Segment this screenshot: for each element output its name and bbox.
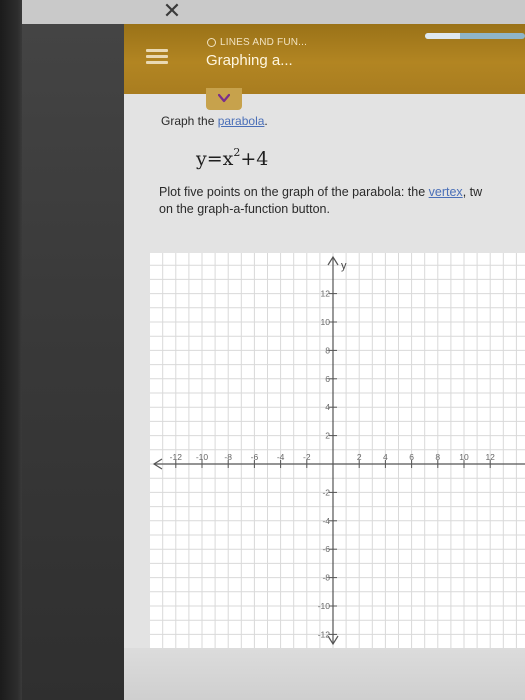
page-title: Graphing a...	[206, 52, 293, 69]
coordinate-grid[interactable]: y -12 -10 -8 -6 -4 -2 2 4 6 8 10 12 12 10 8 6 4 2 -2 -4 -6 -8 -…	[150, 253, 525, 648]
progress-fill	[425, 33, 460, 39]
progress-bar	[425, 33, 525, 39]
instructions-text: Plot five points on the graph of the par…	[159, 185, 429, 199]
x-tick-label: -12	[170, 452, 183, 462]
x-tick-label: 8	[435, 452, 440, 462]
y-tick-label: 4	[325, 402, 330, 412]
close-button[interactable]: ✕	[158, 0, 186, 24]
equation-rhs: +4	[240, 148, 269, 170]
prompt-text: Graph the	[161, 114, 218, 128]
equation-lhs: y=x	[196, 148, 234, 170]
y-tick-label: -2	[322, 487, 330, 497]
instructions-line-2: on the graph-a-function button.	[159, 202, 330, 216]
instructions: Plot five points on the graph of the par…	[159, 184, 525, 218]
chevron-down-icon	[218, 93, 230, 103]
y-tick-label: 6	[325, 374, 330, 384]
parabola-link[interactable]: parabola	[218, 114, 265, 128]
question-prompt: Graph the parabola.	[161, 114, 268, 128]
side-panel	[22, 24, 124, 700]
hamburger-menu-icon	[146, 49, 168, 64]
topic-label: LINES AND FUN...	[220, 37, 308, 48]
screen-edge	[0, 0, 22, 700]
x-tick-label: -8	[224, 452, 232, 462]
x-tick-label: 12	[485, 452, 495, 462]
x-tick-label: 10	[459, 452, 469, 462]
x-tick-label: 4	[383, 452, 388, 462]
top-bar: ✕	[22, 0, 525, 25]
bottom-area	[124, 648, 525, 700]
y-tick-label: -10	[318, 601, 331, 611]
y-axis-name: y	[341, 260, 347, 272]
x-tick-label: -2	[303, 452, 311, 462]
close-icon: ✕	[162, 0, 182, 23]
y-tick-label: 2	[325, 431, 330, 441]
y-tick-label: 12	[321, 289, 331, 299]
y-tick-label: 8	[325, 345, 330, 355]
graph-canvas[interactable]: y -12 -10 -8 -6 -4 -2 2 4 6 8 10 12 12 10 8 6 4 2 -2 -4 -6 -8 -…	[150, 253, 525, 648]
x-tick-label: 6	[409, 452, 414, 462]
y-tick-label: 10	[321, 317, 331, 327]
x-tick-label: 2	[357, 452, 362, 462]
topic-breadcrumb: LINES AND FUN...	[207, 37, 307, 48]
x-tick-label: -6	[251, 452, 259, 462]
y-tick-label: -12	[318, 629, 331, 639]
instructions-trail: , tw	[462, 185, 483, 199]
prompt-period: .	[264, 114, 268, 128]
x-tick-label: -4	[277, 452, 285, 462]
x-tick-label: -10	[196, 452, 209, 462]
y-tick-label: -6	[322, 544, 330, 554]
status-circle-icon	[207, 37, 216, 47]
screen: ✕ LINES AND FUN... Graphing a... Graph t…	[0, 0, 525, 700]
y-tick-label: -4	[322, 516, 330, 526]
collapse-button[interactable]	[206, 88, 242, 110]
menu-button[interactable]	[146, 46, 168, 68]
y-tick-label: -8	[322, 573, 330, 583]
instructions-line-1: Plot five points on the graph of the par…	[159, 184, 525, 201]
vertex-link[interactable]: vertex	[429, 185, 463, 199]
equation: y=x2+4	[196, 146, 268, 170]
